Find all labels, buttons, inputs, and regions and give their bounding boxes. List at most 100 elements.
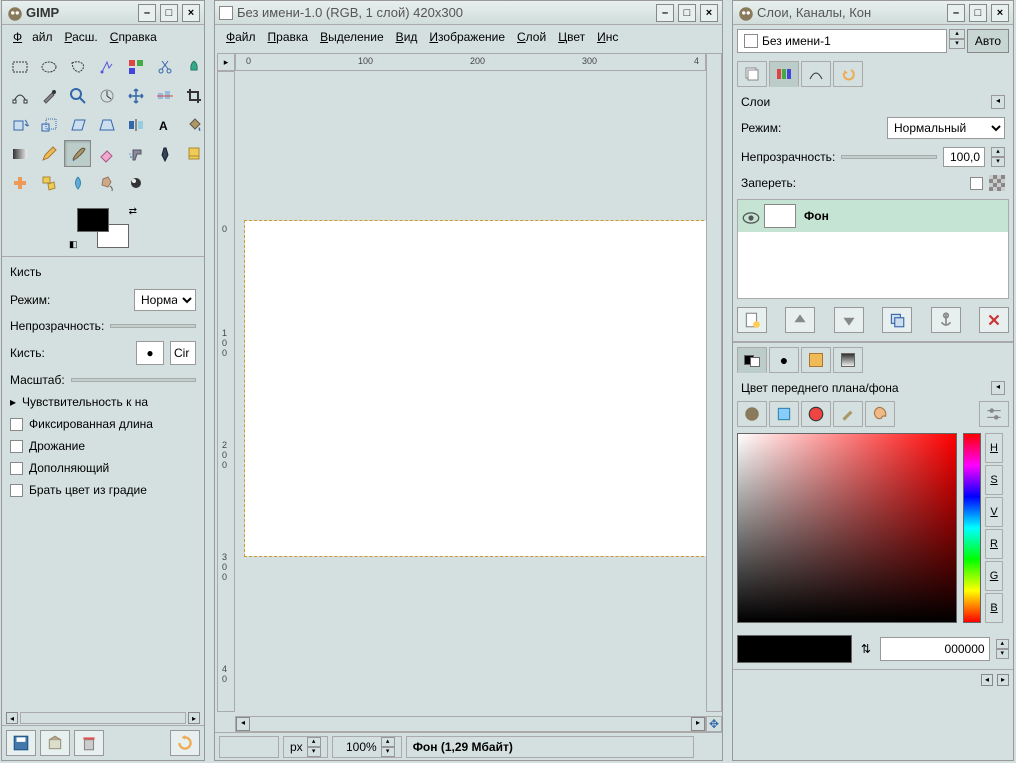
anchor-layer-button[interactable] (931, 307, 961, 333)
tool-pencil[interactable] (35, 140, 62, 167)
swap-colors-icon[interactable]: ⇄ (129, 206, 137, 217)
mode-b-button[interactable]: B (985, 593, 1003, 623)
new-layer-button[interactable] (737, 307, 767, 333)
fg-color-icon[interactable] (77, 208, 109, 232)
tool-measure[interactable] (93, 82, 120, 109)
close-button[interactable]: × (700, 4, 718, 22)
scrollbar-horizontal[interactable]: ◂ ▸ (235, 716, 706, 732)
tool-airbrush[interactable] (122, 140, 149, 167)
opacity-slider[interactable] (110, 324, 196, 328)
tool-heal[interactable] (6, 169, 33, 196)
image-selector[interactable]: Без имени-1 (737, 29, 947, 53)
delete-layer-button[interactable] (979, 307, 1009, 333)
layer-row[interactable]: Фон (738, 200, 1008, 232)
scroll-right-icon[interactable]: ▸ (188, 712, 200, 724)
tool-fuzzy-select[interactable] (93, 53, 120, 80)
layer-mode-select[interactable]: Нормальный (887, 117, 1005, 139)
tool-blend[interactable] (6, 140, 33, 167)
layer-opacity-input[interactable] (943, 147, 985, 167)
menu-image[interactable]: Изображение (424, 28, 510, 46)
color-field[interactable] (737, 433, 957, 623)
duplicate-layer-button[interactable] (882, 307, 912, 333)
layers-titlebar[interactable]: Слои, Каналы, Кон – □ × (733, 1, 1013, 25)
zoom-select[interactable]: 100% ▴▾ (332, 736, 402, 758)
spin-down-icon[interactable]: ▾ (307, 747, 321, 757)
scale-slider[interactable] (71, 378, 196, 382)
picker-cmyk-icon[interactable] (769, 401, 799, 427)
menu-view[interactable]: Вид (391, 28, 423, 46)
tab-patterns-icon[interactable] (801, 347, 831, 373)
tool-scale[interactable] (35, 111, 62, 138)
menu-file[interactable]: Файл (8, 28, 58, 46)
canvas-image[interactable] (245, 221, 706, 556)
menu-tools[interactable]: Инс (592, 28, 623, 46)
menu-help[interactable]: Справка (105, 28, 162, 46)
color-swatch[interactable]: ⇄ ◧ (77, 208, 129, 248)
picker-gimp-icon[interactable] (737, 401, 767, 427)
mode-v-button[interactable]: V (985, 497, 1003, 527)
tool-dodge-burn[interactable] (122, 169, 149, 196)
default-colors-icon[interactable]: ◧ (69, 239, 78, 250)
maximize-button[interactable]: □ (160, 4, 178, 22)
delete-options-button[interactable] (74, 730, 104, 756)
picker-sliders-icon[interactable] (979, 401, 1009, 427)
minimize-button[interactable]: – (947, 4, 965, 22)
tab-fgbg-icon[interactable] (737, 347, 767, 373)
layer-name[interactable]: Фон (804, 209, 829, 223)
tool-color-picker[interactable] (35, 82, 62, 109)
tool-smudge[interactable] (93, 169, 120, 196)
tool-ink[interactable] (151, 140, 178, 167)
brush-name[interactable]: Cir (170, 341, 196, 365)
minimize-button[interactable]: – (138, 4, 156, 22)
tool-move[interactable] (122, 82, 149, 109)
spin-down-icon[interactable]: ▾ (996, 649, 1009, 659)
tab-undo-icon[interactable] (833, 61, 863, 87)
spin-up-icon[interactable]: ▴ (996, 639, 1009, 649)
tab-brushes-icon[interactable]: ● (769, 347, 799, 373)
tool-free-select[interactable] (64, 53, 91, 80)
picker-wheel-icon[interactable] (801, 401, 831, 427)
options-scrollbar[interactable] (20, 712, 186, 724)
menu-layer[interactable]: Слой (512, 28, 551, 46)
menu-color[interactable]: Цвет (553, 28, 590, 46)
tool-text[interactable]: A (151, 111, 178, 138)
spin-down-icon[interactable]: ▾ (381, 747, 395, 757)
layer-opacity-slider[interactable] (841, 155, 937, 159)
lock-alpha-checkbox[interactable] (970, 177, 983, 190)
tab-paths-icon[interactable] (801, 61, 831, 87)
mode-h-button[interactable]: H (985, 433, 1003, 463)
auto-button[interactable]: Авто (967, 29, 1009, 53)
tab-gradients-icon[interactable] (833, 347, 863, 373)
visibility-icon[interactable] (742, 209, 756, 223)
picker-palette-icon[interactable] (865, 401, 895, 427)
menu-edit[interactable]: Правка (263, 28, 314, 46)
current-color-swatch[interactable] (737, 635, 852, 663)
panel-menu-icon[interactable]: ◂ (991, 381, 1005, 395)
picker-paint-icon[interactable] (833, 401, 863, 427)
close-button[interactable]: × (182, 4, 200, 22)
mode-s-button[interactable]: S (985, 465, 1003, 495)
hex-input[interactable] (880, 637, 990, 661)
tool-paintbrush[interactable] (64, 140, 91, 167)
tool-rotate[interactable] (6, 111, 33, 138)
tool-foreground-select[interactable] (180, 53, 207, 80)
tool-bucket-fill[interactable] (180, 111, 207, 138)
tool-zoom[interactable] (64, 82, 91, 109)
ruler-vertical[interactable]: 0 1 0 0 2 0 0 3 0 0 4 0 (217, 71, 235, 712)
mode-r-button[interactable]: R (985, 529, 1003, 559)
gradient-checkbox[interactable] (10, 484, 23, 497)
canvas-viewport[interactable] (235, 71, 706, 712)
fixed-length-checkbox[interactable] (10, 418, 23, 431)
toolbox-titlebar[interactable]: GIMP – □ × (2, 1, 204, 25)
reset-options-button[interactable] (170, 730, 200, 756)
layer-thumb[interactable] (764, 204, 796, 228)
raise-layer-button[interactable] (785, 307, 815, 333)
tool-perspective-clone[interactable] (35, 169, 62, 196)
lower-layer-button[interactable] (834, 307, 864, 333)
menu-ext[interactable]: Расш. (60, 28, 103, 46)
jitter-checkbox[interactable] (10, 440, 23, 453)
spin-down-icon[interactable]: ▾ (991, 157, 1005, 167)
tool-rect-select[interactable] (6, 53, 33, 80)
spin-up-icon[interactable]: ▴ (307, 737, 321, 747)
restore-options-button[interactable] (40, 730, 70, 756)
